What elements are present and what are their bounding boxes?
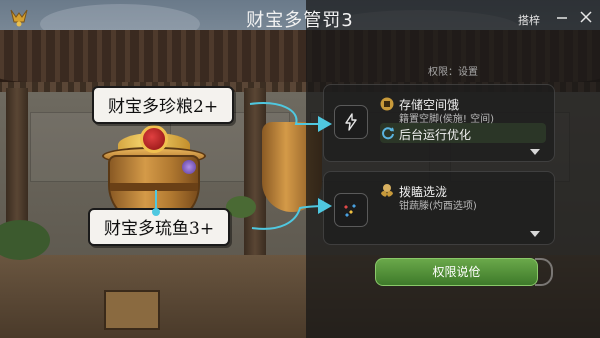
bush <box>226 196 256 218</box>
title-bar: 财宝多管罚3 搭梓 <box>0 0 600 36</box>
window-title: 财宝多管罚3 <box>246 10 354 31</box>
refresh-icon <box>382 127 394 140</box>
top-menu-link[interactable]: 搭梓 <box>518 12 540 28</box>
ruby-gem-icon <box>140 125 168 153</box>
purple-gem-icon <box>182 160 196 174</box>
chevron-down-icon[interactable] <box>530 231 540 237</box>
minimize-icon[interactable] <box>554 9 570 25</box>
storage-permission-icon <box>380 97 394 111</box>
close-icon[interactable] <box>578 9 594 25</box>
sparkle-icon <box>334 193 368 227</box>
callout-label-bottom: 财宝多琉鱼3+ <box>88 208 231 246</box>
lightning-icon <box>334 105 368 139</box>
options-permission-icon <box>381 184 393 197</box>
section-label: 权限：设置 <box>428 67 478 78</box>
crate <box>104 290 160 330</box>
permission-explain-button[interactable]: 权限说伧 <box>375 258 538 286</box>
chevron-down-icon[interactable] <box>530 149 540 155</box>
background-run-label: 后台运行优化 <box>399 128 472 142</box>
options-permission-description: 钳蔬滕(灼酉选项) <box>399 201 477 212</box>
settings-overlay <box>306 0 600 338</box>
callout-label-top: 财宝多珍粮2+ <box>92 86 235 124</box>
